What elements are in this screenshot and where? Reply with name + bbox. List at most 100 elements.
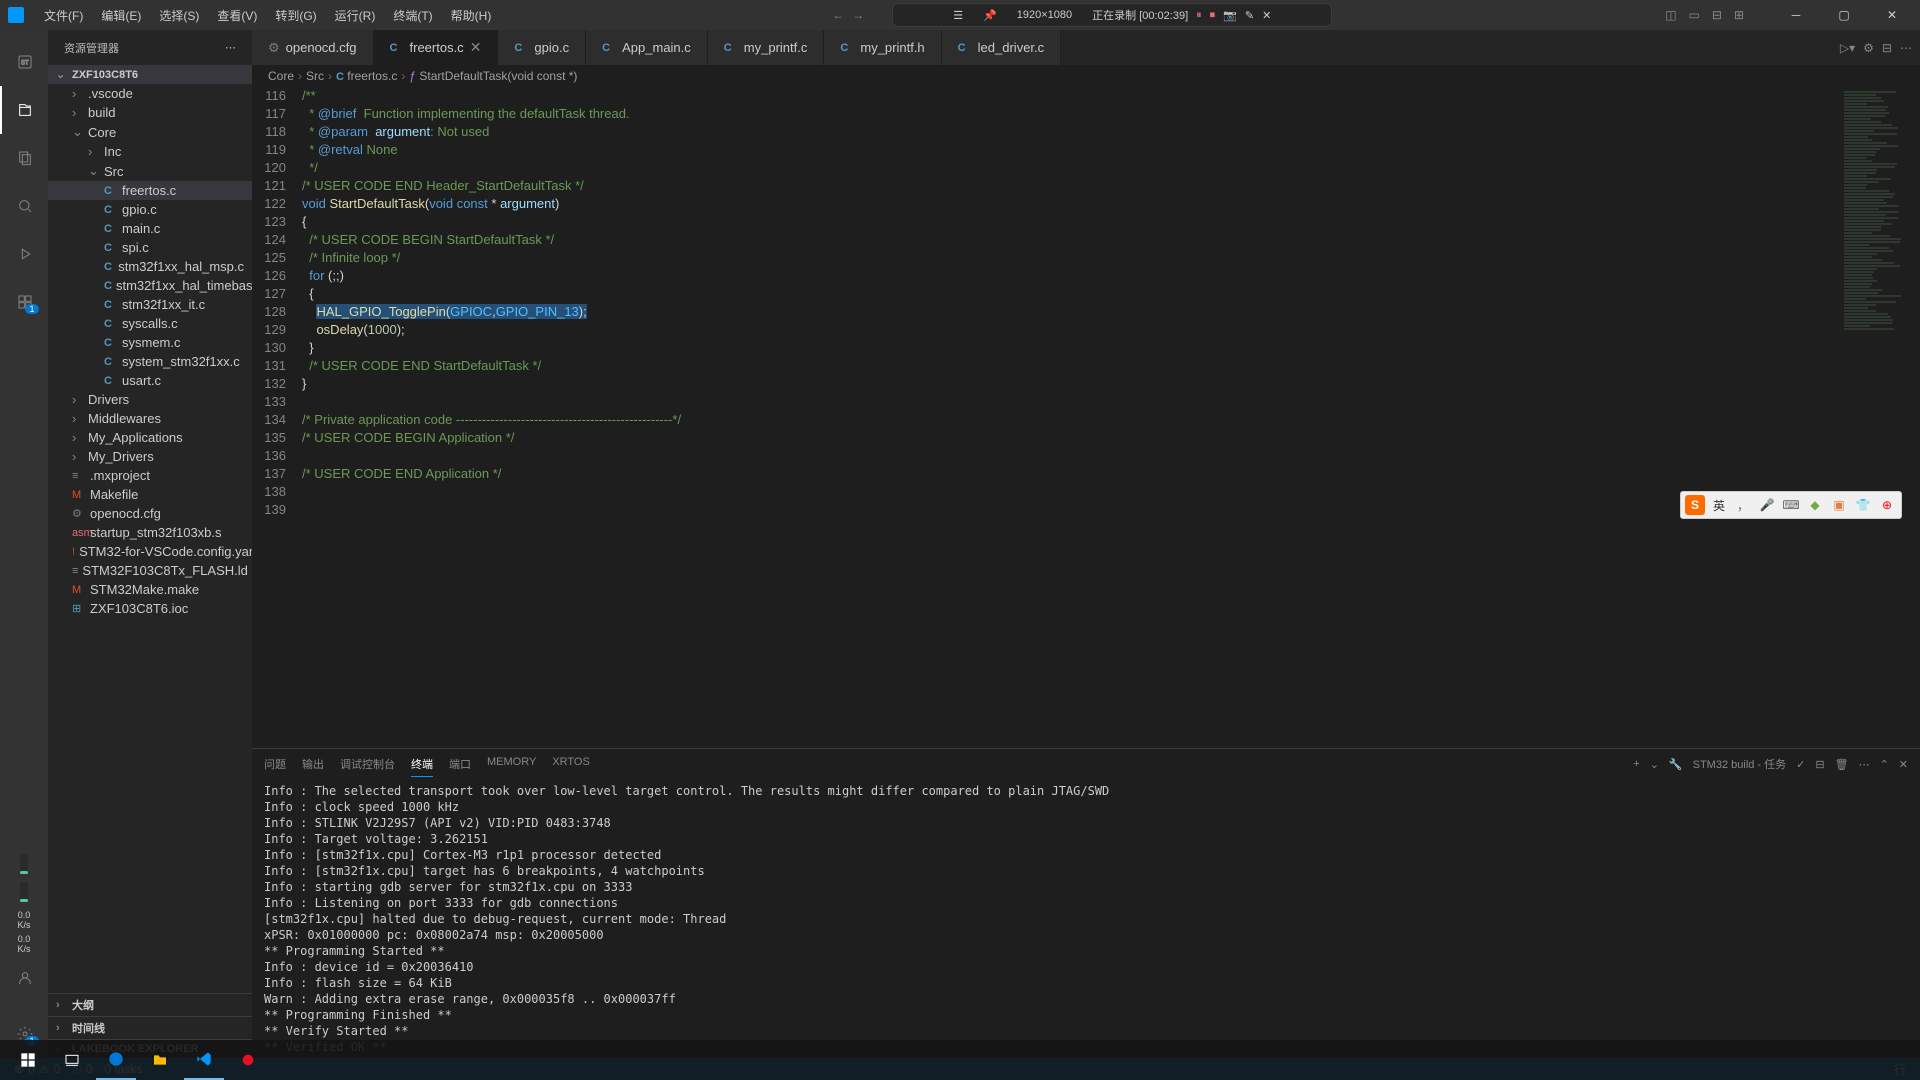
tree-file[interactable]: Csyscalls.c [48, 314, 252, 333]
tab-more-icon[interactable]: ⋯ [1900, 41, 1912, 55]
ime-tool1-icon[interactable]: ◆ [1805, 495, 1825, 515]
terminal-trash-icon[interactable]: 🗑 [1835, 758, 1849, 771]
minimap[interactable] [1840, 87, 1920, 748]
sidebar-section[interactable]: ›大纲 [48, 993, 252, 1016]
run-icon[interactable]: ▷▾ [1840, 41, 1855, 55]
tree-file[interactable]: MMakefile [48, 485, 252, 504]
editor-tab[interactable]: Cfreertos.c✕ [374, 30, 499, 65]
ime-keyboard-icon[interactable]: ⌨ [1781, 495, 1801, 515]
sidebar-more-icon[interactable]: ⋯ [225, 41, 236, 54]
camera-icon[interactable]: 📷 [1223, 9, 1237, 22]
tree-file[interactable]: asmstartup_stm32f103xb.s [48, 523, 252, 542]
layout-panel2-icon[interactable]: ⊟ [1712, 8, 1722, 22]
activity-st-icon[interactable]: ST [0, 38, 48, 86]
menu-item[interactable]: 文件(F) [36, 3, 91, 28]
tree-folder[interactable]: ›My_Applications [48, 428, 252, 447]
file-explorer-button[interactable] [140, 1040, 180, 1080]
tree-file[interactable]: Cstm32f1xx_hal_msp.c [48, 257, 252, 276]
maximize-button[interactable]: ▢ [1824, 3, 1864, 27]
breadcrumb[interactable]: Core›Src›C freertos.c›ƒ StartDefaultTask… [252, 65, 1920, 87]
tree-file[interactable]: Csysmem.c [48, 333, 252, 352]
tree-file[interactable]: Cspi.c [48, 238, 252, 257]
tree-file[interactable]: Cfreertos.c [48, 181, 252, 200]
tree-folder[interactable]: ›.vscode [48, 84, 252, 103]
tree-folder[interactable]: ›Middlewares [48, 409, 252, 428]
editor-tab[interactable]: Cgpio.c [498, 30, 586, 65]
tree-folder[interactable]: ›My_Drivers [48, 447, 252, 466]
split-editor-icon[interactable]: ⊟ [1882, 41, 1892, 55]
vscode-button[interactable] [184, 1040, 224, 1080]
terminal-maximize-icon[interactable]: ⌃ [1880, 758, 1889, 771]
nav-forward-icon[interactable]: → [852, 8, 864, 22]
activity-account-icon[interactable] [0, 954, 48, 1002]
activity-explorer2-icon[interactable] [0, 134, 48, 182]
ime-mic-icon[interactable]: 🎤 [1757, 495, 1777, 515]
pause-icon[interactable]: ⏸ [1196, 9, 1202, 22]
edit-icon[interactable]: ✎ [1245, 9, 1254, 22]
menu-item[interactable]: 转到(G) [267, 3, 324, 28]
menu-item[interactable]: 编辑(E) [93, 3, 149, 28]
sidebar-section[interactable]: ›时间线 [48, 1016, 252, 1039]
breadcrumb-item[interactable]: C freertos.c [336, 69, 397, 83]
menu-item[interactable]: 选择(S) [151, 3, 207, 28]
stop-icon[interactable]: ⏹ [1210, 9, 1216, 22]
tree-folder[interactable]: ›build [48, 103, 252, 122]
breadcrumb-item[interactable]: Src [306, 69, 324, 83]
activity-debug-icon[interactable] [0, 230, 48, 278]
tree-file[interactable]: Cstm32f1xx_hal_timebase_tim.c [48, 276, 252, 295]
command-center[interactable]: ☰ 📌 1920×1080 正在录制 [00:02:39] ⏸ ⏹ 📷 ✎ ✕ [892, 3, 1332, 27]
menu-item[interactable]: 终端(T) [385, 3, 440, 28]
project-header[interactable]: ⌄ ZXF103C8T6 [48, 65, 252, 84]
taskview-button[interactable] [52, 1040, 92, 1080]
tree-folder[interactable]: ⌄Core [48, 122, 252, 142]
breadcrumb-item[interactable]: Core [268, 69, 294, 83]
panel-tab[interactable]: 调试控制台 [340, 752, 395, 777]
panel-tab[interactable]: 终端 [411, 752, 433, 777]
panel-tab[interactable]: 端口 [449, 752, 471, 777]
panel-tab[interactable]: MEMORY [487, 752, 536, 777]
editor-tab[interactable]: CApp_main.c [586, 30, 708, 65]
ime-tool2-icon[interactable]: ▣ [1829, 495, 1849, 515]
editor-tab[interactable]: Cmy_printf.h [824, 30, 941, 65]
terminal-output[interactable]: Info : The selected transport took over … [252, 779, 1920, 1058]
nav-back-icon[interactable]: ← [832, 8, 844, 22]
terminal-build-icon[interactable]: 🔧 [1669, 758, 1683, 771]
terminal-check-icon[interactable]: ✓ [1796, 758, 1805, 771]
tab-close-icon[interactable]: ✕ [470, 39, 482, 56]
tree-file[interactable]: Cstm32f1xx_it.c [48, 295, 252, 314]
tree-file[interactable]: MSTM32Make.make [48, 580, 252, 599]
breadcrumb-item[interactable]: ƒ StartDefaultTask(void const *) [409, 69, 577, 83]
panel-tab[interactable]: XRTOS [552, 752, 590, 777]
panel-tab[interactable]: 输出 [302, 752, 324, 777]
tree-file[interactable]: ⊞ZXF103C8T6.ioc [48, 599, 252, 618]
layout-panel-icon[interactable]: ◫ [1665, 8, 1676, 22]
menu-item[interactable]: 运行(R) [327, 3, 384, 28]
activity-extensions-icon[interactable]: 1 [0, 278, 48, 326]
panel-tab[interactable]: 问题 [264, 752, 286, 777]
terminal-split-icon[interactable]: ⊟ [1815, 758, 1824, 771]
tree-file[interactable]: Cusart.c [48, 371, 252, 390]
terminal-split-dropdown-icon[interactable]: ⌄ [1650, 758, 1659, 771]
tree-file[interactable]: Csystem_stm32f1xx.c [48, 352, 252, 371]
terminal-close-icon[interactable]: ✕ [1899, 758, 1908, 771]
start-button[interactable] [8, 1040, 48, 1080]
ime-skin-icon[interactable]: 👕 [1853, 495, 1873, 515]
record-button[interactable] [228, 1040, 268, 1080]
activity-explorer-icon[interactable] [0, 86, 48, 134]
ime-punct-icon[interactable]: ， [1733, 495, 1753, 515]
menu-item[interactable]: 查看(V) [209, 3, 265, 28]
tree-file[interactable]: ≡STM32F103C8Tx_FLASH.ld [48, 561, 252, 580]
ime-logo-icon[interactable]: S [1685, 495, 1705, 515]
tree-file[interactable]: ⚙openocd.cfg [48, 504, 252, 523]
editor-tab[interactable]: Cmy_printf.c [708, 30, 825, 65]
tree-folder[interactable]: ⌄Src [48, 161, 252, 181]
editor-tab[interactable]: ⚙openocd.cfg [252, 30, 374, 65]
tree-file[interactable]: Cmain.c [48, 219, 252, 238]
terminal-more-icon[interactable]: ⋯ [1859, 758, 1870, 771]
code-editor[interactable]: 1161171181191201211221231241251261271281… [252, 87, 1840, 748]
tree-folder[interactable]: ›Drivers [48, 390, 252, 409]
layout-sidebar-icon[interactable]: ▭ [1689, 8, 1700, 22]
tree-file[interactable]: ≡.mxproject [48, 466, 252, 485]
activity-search-icon[interactable] [0, 182, 48, 230]
layout-customize-icon[interactable]: ⊞ [1734, 8, 1744, 22]
